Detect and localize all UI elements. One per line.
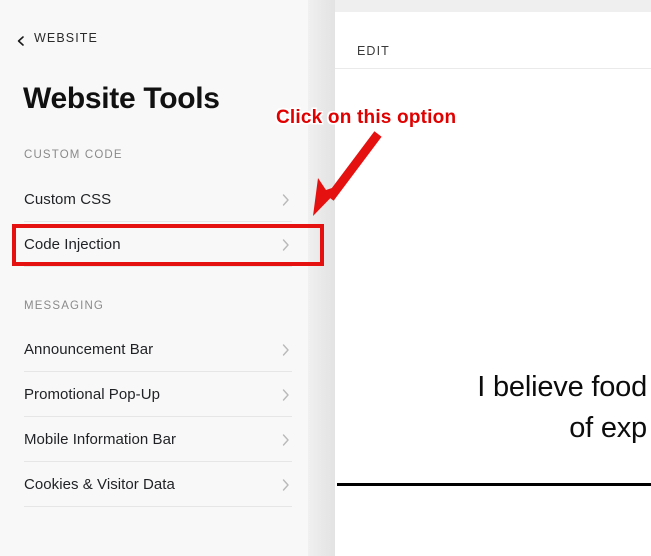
app-window: WEBSITE Website Tools CUSTOM CODE Custom… <box>0 0 651 556</box>
back-link-label: WEBSITE <box>34 31 98 45</box>
sidebar-edge-shadow <box>308 0 335 556</box>
section-header-messaging: MESSAGING <box>24 300 105 312</box>
preview-headline-line-2: of exp <box>569 412 647 444</box>
chevron-right-icon <box>282 388 290 401</box>
sidebar-item-label: Cookies & Visitor Data <box>24 475 175 493</box>
site-preview-panel: EDIT I believe food of exp <box>335 12 651 556</box>
sidebar-item-announcement-bar[interactable]: Announcement Bar <box>24 327 292 372</box>
sidebar-item-label: Mobile Information Bar <box>24 430 177 448</box>
sidebar-item-cookies-visitor-data[interactable]: Cookies & Visitor Data <box>24 462 292 507</box>
sidebar-item-label: Code Injection <box>24 235 121 253</box>
sidebar-item-custom-css[interactable]: Custom CSS <box>24 177 292 222</box>
sidebar-item-mobile-information-bar[interactable]: Mobile Information Bar <box>24 417 292 462</box>
preview-headline: I believe food of exp <box>347 367 647 449</box>
sidebar-item-label: Custom CSS <box>24 190 112 208</box>
preview-horizontal-rule <box>337 483 651 486</box>
page-title: Website Tools <box>23 82 220 115</box>
edit-button-label: EDIT <box>357 44 390 58</box>
chevron-right-icon <box>282 238 290 251</box>
chevron-left-icon <box>16 33 26 46</box>
sidebar-item-label: Promotional Pop-Up <box>24 385 160 403</box>
back-to-website-link[interactable]: WEBSITE <box>16 31 98 46</box>
chevron-right-icon <box>282 193 290 206</box>
sidebar-item-code-injection[interactable]: Code Injection <box>24 222 292 267</box>
section-header-custom-code: CUSTOM CODE <box>24 149 123 161</box>
chevron-right-icon <box>282 478 290 491</box>
sidebar-item-label: Announcement Bar <box>24 340 154 358</box>
website-tools-sidebar: WEBSITE Website Tools CUSTOM CODE Custom… <box>0 0 308 556</box>
preview-edit-bar[interactable]: EDIT <box>335 12 651 69</box>
preview-headline-line-1: I believe food <box>477 371 647 403</box>
sidebar-item-promotional-pop-up[interactable]: Promotional Pop-Up <box>24 372 292 417</box>
chevron-right-icon <box>282 433 290 446</box>
chevron-right-icon <box>282 343 290 356</box>
